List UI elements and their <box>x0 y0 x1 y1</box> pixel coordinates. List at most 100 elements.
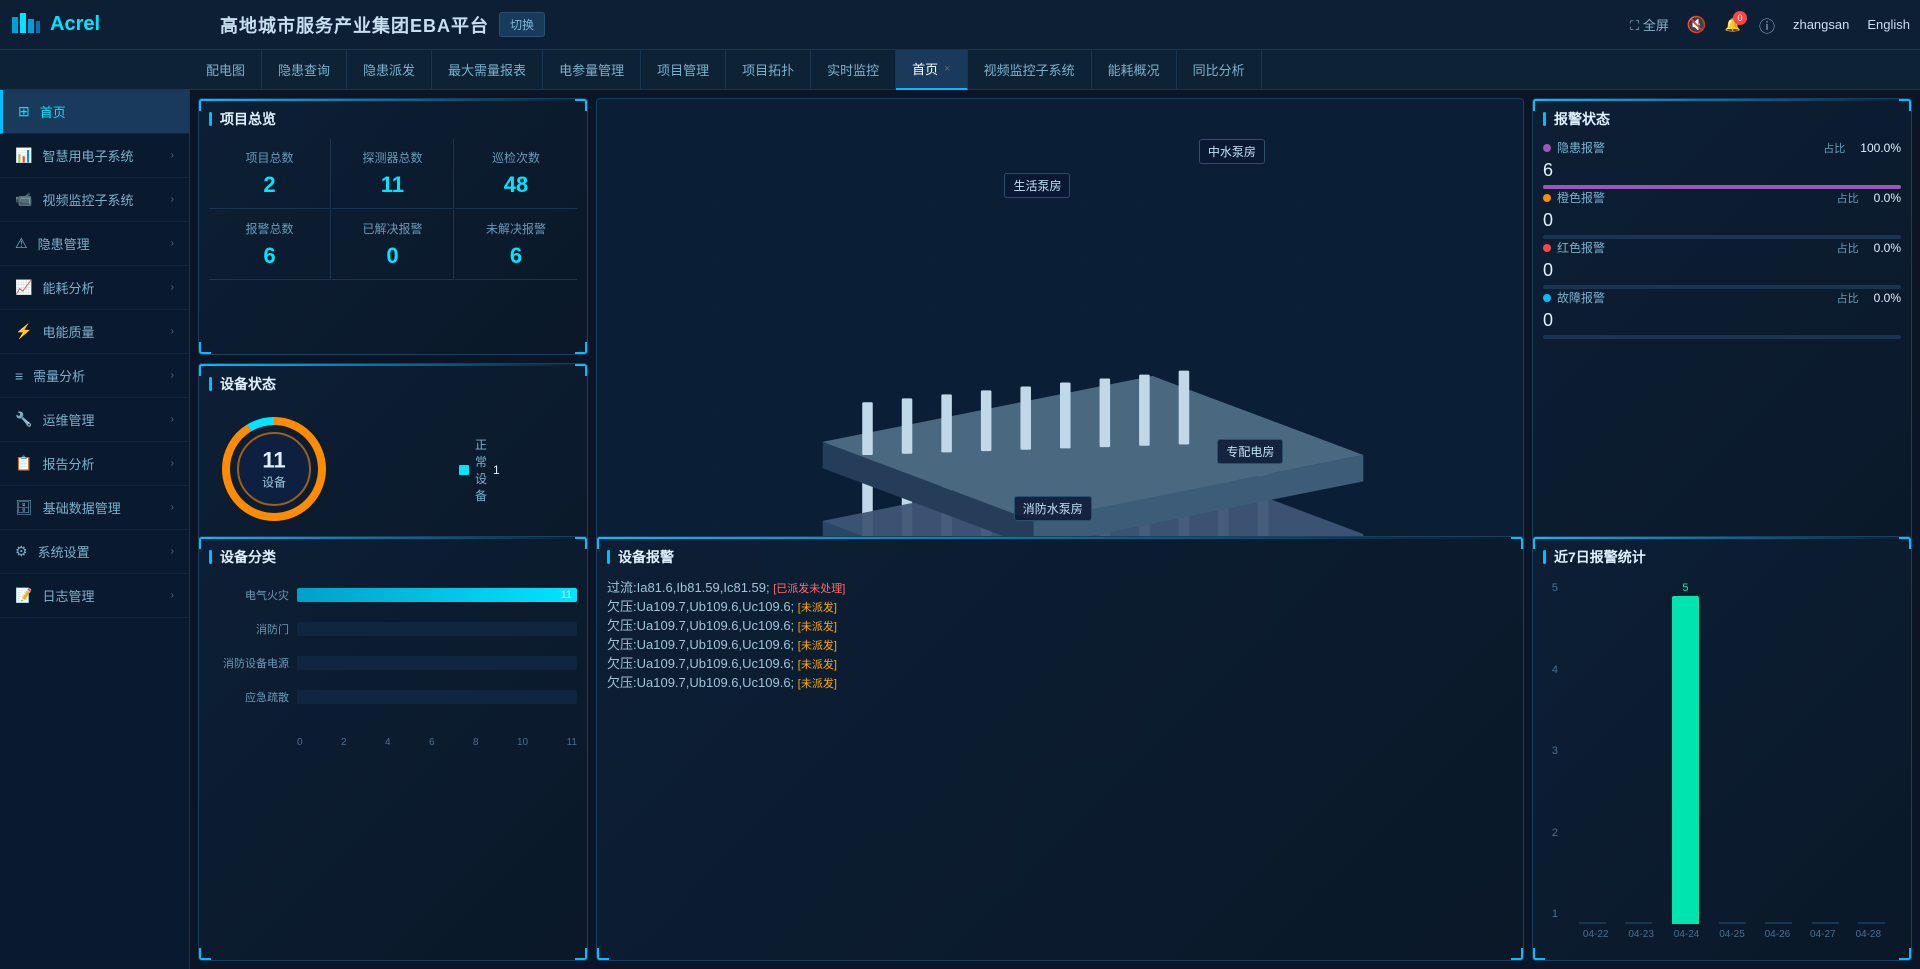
sidebar-label: 智慧用电子系统 <box>42 146 160 165</box>
stat-value: 6 <box>217 243 322 269</box>
sidebar-icon: ⚠ <box>15 235 28 252</box>
stat-cell: 未解决报警 6 <box>455 210 577 280</box>
alert-list-item: 欠压:Ua109.7,Ub109.6,Uc109.6; [未派发] <box>607 596 1513 615</box>
language-selector[interactable]: English <box>1867 17 1910 32</box>
bar-fill <box>297 588 577 602</box>
alert-bar-bg <box>1543 335 1901 339</box>
notification-count: 0 <box>1733 11 1747 25</box>
chart-bar <box>1759 582 1798 924</box>
topbar: Acrel 高地城市服务产业集团EBA平台 切换 ⛶ 全屏 🔇 🔔 0 ⓘ zh… <box>0 0 1920 50</box>
navtab-首页[interactable]: 首页× <box>896 50 967 90</box>
alert-type-name: 红色报警 <box>1557 239 1605 256</box>
notification-bell[interactable]: 🔔 0 <box>1725 17 1741 33</box>
bar-block <box>1672 596 1699 924</box>
stat-cell: 巡检次数 48 <box>455 139 577 209</box>
info-icon[interactable]: ⓘ <box>1759 13 1775 37</box>
fullscreen-icon[interactable]: ⛶ 全屏 <box>1630 15 1669 34</box>
alert-description: 欠压:Ua109.7,Ub109.6,Uc109.6; <box>607 656 794 671</box>
category-bar-row: 应急疏散 <box>209 689 577 705</box>
sidebar-item-能耗分析[interactable]: 📈 能耗分析 › <box>0 266 189 310</box>
sidebar-item-首页[interactable]: ⊞ 首页 <box>0 90 189 134</box>
x-axis-label: 0 <box>297 737 303 748</box>
y-axis: 54321 <box>1543 577 1563 940</box>
alert-status-text: [未派发] <box>798 621 837 633</box>
bar-value: 11 <box>561 588 572 602</box>
y-axis-label: 3 <box>1543 745 1558 757</box>
sidebar-arrow: › <box>171 150 174 161</box>
alert-type: 红色报警 <box>1543 239 1605 256</box>
alert-meta: 占比 0.0% <box>1837 290 1901 306</box>
stat-label: 未解决报警 <box>463 220 569 237</box>
legend-pct-label: 占比 <box>559 516 588 532</box>
alert-status-text: [未派发] <box>798 678 837 690</box>
x-axis-label: 10 <box>517 737 528 748</box>
alert-row-隐患报警: 隐患报警 占比 100.0% 6 <box>1543 139 1901 189</box>
volume-icon[interactable]: 🔇 <box>1687 15 1707 35</box>
stats-grid: 项目总数 2 探测器总数 11 巡检次数 48 报警总数 6 已解决报警 0 未… <box>209 139 577 280</box>
sidebar-label: 需量分析 <box>33 366 160 385</box>
sidebar-item-视频监控子系统[interactable]: 📹 视频监控子系统 › <box>0 178 189 222</box>
alert-dot <box>1543 194 1551 202</box>
pct-spacer <box>493 414 553 430</box>
alert-status-text: [未派发] <box>798 640 837 652</box>
navtab-实时监控[interactable]: 实时监控 <box>811 50 896 90</box>
alert-pct-label: 占比 <box>1837 190 1859 206</box>
topbar-right: ⛶ 全屏 🔇 🔔 0 ⓘ zhangsan English <box>1630 13 1910 37</box>
alert-row-红色报警: 红色报警 占比 0.0% 0 <box>1543 239 1901 289</box>
sidebar-arrow: › <box>171 414 174 425</box>
stat-cell: 报警总数 6 <box>209 210 331 280</box>
sidebar-item-运维管理[interactable]: 🔧 运维管理 › <box>0 398 189 442</box>
alert-row-header: 红色报警 占比 0.0% <box>1543 239 1901 256</box>
navtab-最大需量报表[interactable]: 最大需量报表 <box>432 50 543 90</box>
navtab-隐患查询[interactable]: 隐患查询 <box>262 50 347 90</box>
label-peidienfang: 专配电房 <box>1217 439 1283 464</box>
device-category-title: 设备分类 <box>209 547 577 567</box>
project-overview-title: 项目总览 <box>209 109 577 129</box>
navtab-项目拓扑[interactable]: 项目拓扑 <box>726 50 811 90</box>
navtab-配电图[interactable]: 配电图 <box>190 50 262 90</box>
alert-row-header: 隐患报警 占比 100.0% <box>1543 139 1901 156</box>
navtab-隐患派发[interactable]: 隐患派发 <box>347 50 432 90</box>
legend-pct-row: 占比 <box>459 516 588 532</box>
sidebar-item-日志管理[interactable]: 📝 日志管理 › <box>0 574 189 618</box>
x-axis-label: 6 <box>429 737 435 748</box>
navtab-同比分析[interactable]: 同比分析 <box>1177 50 1262 90</box>
sidebar-arrow: › <box>171 326 174 337</box>
sidebar-arrow: › <box>171 590 174 601</box>
alert-pct-label: 占比 <box>1823 140 1845 156</box>
legend-count: 1 <box>493 463 553 477</box>
stat-cell: 已解决报警 0 <box>332 210 454 280</box>
sidebar-item-智慧用电子系统[interactable]: 📊 智慧用电子系统 › <box>0 134 189 178</box>
navtab-视频监控子系统[interactable]: 视频监控子系统 <box>968 50 1092 90</box>
navtab-能耗概况[interactable]: 能耗概况 <box>1092 50 1177 90</box>
category-bar-row: 消防门 <box>209 621 577 637</box>
sidebar-icon: 📊 <box>15 147 32 164</box>
sidebar-item-隐患管理[interactable]: ⚠ 隐患管理 › <box>0 222 189 266</box>
content-area: 项目总览 项目总数 2 探测器总数 11 巡检次数 48 报警总数 6 已解决报… <box>190 90 1920 969</box>
legend-dot <box>459 465 469 475</box>
sidebar-item-报告分析[interactable]: 📋 报告分析 › <box>0 442 189 486</box>
sidebar-label: 基础数据管理 <box>43 498 161 517</box>
sidebar-item-系统设置[interactable]: ⚙ 系统设置 › <box>0 530 189 574</box>
stat-label: 已解决报警 <box>340 220 445 237</box>
navtab-项目管理[interactable]: 项目管理 <box>641 50 726 90</box>
donut-chart: 11 设备 <box>219 414 329 524</box>
donut-label: 11 设备 <box>262 448 286 491</box>
switch-button[interactable]: 切换 <box>499 12 545 37</box>
alert-type-name: 隐患报警 <box>1557 139 1605 156</box>
tab-close[interactable]: × <box>944 63 950 75</box>
alert-count: 0 <box>1543 210 1553 231</box>
x-axis-label: 2 <box>341 737 347 748</box>
label-zhongshui: 中水泵房 <box>1199 139 1265 164</box>
alert-pct: 0.0% <box>1874 191 1901 205</box>
chart-bar <box>1620 582 1659 924</box>
sidebar: ⊞ 首页 📊 智慧用电子系统 › 📹 视频监控子系统 › ⚠ 隐患管理 › 📈 … <box>0 90 190 969</box>
alert-type: 隐患报警 <box>1543 139 1605 156</box>
sidebar-label: 日志管理 <box>42 586 160 605</box>
sidebar-item-基础数据管理[interactable]: 🗄 基础数据管理 › <box>0 486 189 530</box>
sidebar-item-需量分析[interactable]: ≡ 需量分析 › <box>0 354 189 398</box>
navtab-电参量管理[interactable]: 电参量管理 <box>543 50 641 90</box>
sidebar-item-电能质量[interactable]: ⚡ 电能质量 › <box>0 310 189 354</box>
stat-label: 探测器总数 <box>340 149 445 166</box>
x-date-labels: 04-2204-2304-2404-2504-2604-2704-28 <box>1563 924 1901 940</box>
